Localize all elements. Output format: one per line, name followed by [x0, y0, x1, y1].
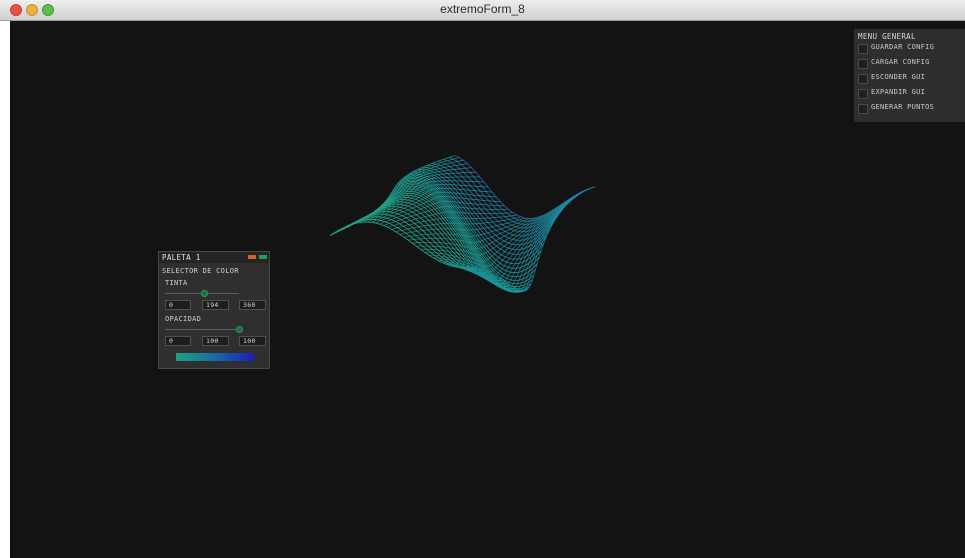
wireframe-surface[interactable] — [10, 21, 965, 558]
palette-panel: PALETA 1 SELECTOR DE COLOR TINTA 0 194 3… — [158, 251, 270, 369]
tinta-label: TINTA — [165, 279, 188, 287]
menu-item-label: GUARDAR CONFIG — [871, 43, 935, 51]
expand-button[interactable] — [259, 255, 267, 259]
menu-general-panel: MENU GENERAL GUARDAR CONFIG CARGAR CONFI… — [854, 29, 965, 122]
menu-item-expandir-gui[interactable]: EXPANDIR GUI — [858, 88, 962, 99]
checkbox[interactable] — [858, 74, 868, 84]
menu-item-label: CARGAR CONFIG — [871, 58, 930, 66]
menu-general-title: MENU GENERAL — [858, 32, 916, 41]
opacidad-min-field[interactable]: 0 — [165, 336, 191, 346]
checkbox[interactable] — [858, 104, 868, 114]
app-window: extremoForm_8 MENU GENERAL GUARDAR CONFI… — [0, 0, 965, 558]
opacidad-label: OPACIDAD — [165, 315, 202, 323]
menu-item-esconder-gui[interactable]: ESCONDER GUI — [858, 73, 962, 84]
checkbox[interactable] — [858, 59, 868, 69]
tinta-value-field[interactable]: 194 — [202, 300, 229, 310]
title-bar[interactable]: extremoForm_8 — [0, 0, 965, 21]
tinta-slider-knob[interactable] — [201, 290, 209, 297]
render-canvas[interactable]: MENU GENERAL GUARDAR CONFIG CARGAR CONFI… — [10, 21, 965, 558]
checkbox[interactable] — [858, 89, 868, 99]
opacidad-slider-knob[interactable] — [235, 326, 243, 333]
section-label: SELECTOR DE COLOR — [162, 267, 239, 275]
opacidad-value-field[interactable]: 100 — [202, 336, 229, 346]
tinta-max-field[interactable]: 360 — [239, 300, 266, 310]
menu-item-cargar-config[interactable]: CARGAR CONFIG — [858, 58, 962, 69]
palette-header[interactable]: PALETA 1 — [159, 252, 269, 263]
window-title: extremoForm_8 — [440, 2, 525, 16]
collapse-button[interactable] — [248, 255, 256, 259]
tinta-min-field[interactable]: 0 — [165, 300, 191, 310]
color-gradient-preview — [176, 353, 254, 361]
opacidad-max-field[interactable]: 100 — [239, 336, 266, 346]
opacidad-slider-track[interactable] — [165, 329, 239, 330]
menu-item-label: EXPANDIR GUI — [871, 88, 926, 96]
palette-title: PALETA 1 — [162, 253, 201, 262]
checkbox[interactable] — [858, 44, 868, 54]
menu-item-label: ESCONDER GUI — [871, 73, 926, 81]
menu-item-generar-puntos[interactable]: GENERAR PUNTOS — [858, 103, 962, 114]
menu-item-guardar-config[interactable]: GUARDAR CONFIG — [858, 43, 962, 54]
menu-item-label: GENERAR PUNTOS — [871, 103, 935, 111]
